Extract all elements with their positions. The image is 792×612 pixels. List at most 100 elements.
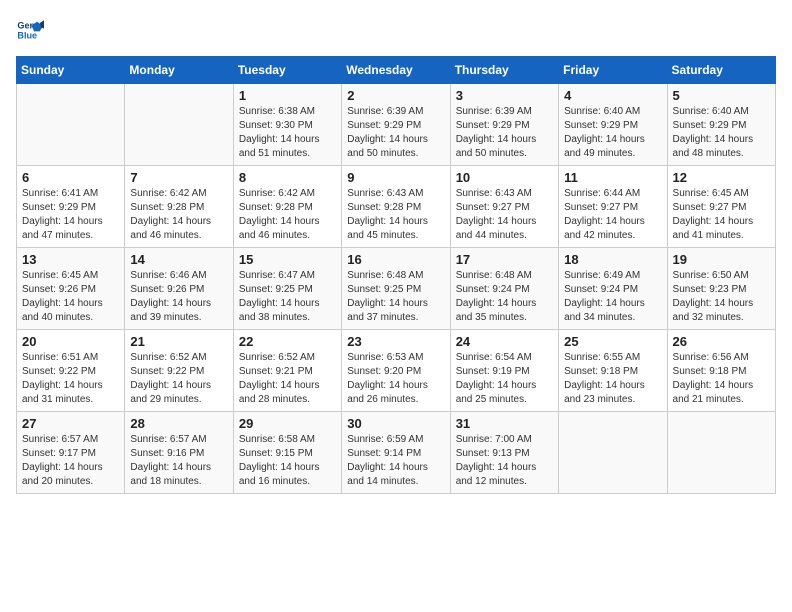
calendar-cell: 4 Sunrise: 6:40 AM Sunset: 9:29 PM Daylig… [559, 84, 667, 166]
day-of-week-header: Saturday [667, 57, 775, 84]
day-number: 7 [130, 170, 227, 185]
day-info: Sunrise: 6:38 AM Sunset: 9:30 PM Dayligh… [239, 105, 336, 161]
calendar-cell: 27 Sunrise: 6:57 AM Sunset: 9:17 PM Dayli… [17, 412, 125, 494]
day-number: 23 [347, 334, 444, 349]
day-info: Sunrise: 6:51 AM Sunset: 9:22 PM Dayligh… [22, 351, 119, 407]
logo-icon: General Blue [16, 16, 44, 44]
day-info: Sunrise: 6:48 AM Sunset: 9:24 PM Dayligh… [456, 269, 553, 325]
calendar-cell [559, 412, 667, 494]
day-number: 31 [456, 416, 553, 431]
day-info: Sunrise: 6:53 AM Sunset: 9:20 PM Dayligh… [347, 351, 444, 407]
calendar-cell: 21 Sunrise: 6:52 AM Sunset: 9:22 PM Dayli… [125, 330, 233, 412]
calendar-week-row: 27 Sunrise: 6:57 AM Sunset: 9:17 PM Dayli… [17, 412, 776, 494]
calendar-cell: 16 Sunrise: 6:48 AM Sunset: 9:25 PM Dayli… [342, 248, 450, 330]
day-number: 22 [239, 334, 336, 349]
day-info: Sunrise: 6:44 AM Sunset: 9:27 PM Dayligh… [564, 187, 661, 243]
day-number: 16 [347, 252, 444, 267]
day-of-week-header: Thursday [450, 57, 558, 84]
day-info: Sunrise: 6:57 AM Sunset: 9:17 PM Dayligh… [22, 433, 119, 489]
calendar-cell: 13 Sunrise: 6:45 AM Sunset: 9:26 PM Dayli… [17, 248, 125, 330]
calendar-week-row: 20 Sunrise: 6:51 AM Sunset: 9:22 PM Dayli… [17, 330, 776, 412]
day-info: Sunrise: 6:59 AM Sunset: 9:14 PM Dayligh… [347, 433, 444, 489]
day-info: Sunrise: 6:50 AM Sunset: 9:23 PM Dayligh… [673, 269, 770, 325]
day-number: 14 [130, 252, 227, 267]
day-info: Sunrise: 6:52 AM Sunset: 9:22 PM Dayligh… [130, 351, 227, 407]
calendar-cell: 26 Sunrise: 6:56 AM Sunset: 9:18 PM Dayli… [667, 330, 775, 412]
day-info: Sunrise: 6:58 AM Sunset: 9:15 PM Dayligh… [239, 433, 336, 489]
day-number: 29 [239, 416, 336, 431]
day-of-week-header: Friday [559, 57, 667, 84]
calendar-cell: 1 Sunrise: 6:38 AM Sunset: 9:30 PM Daylig… [233, 84, 341, 166]
day-info: Sunrise: 6:48 AM Sunset: 9:25 PM Dayligh… [347, 269, 444, 325]
calendar-cell: 28Sunrise: 6:57 AM Sunset: 9:16 PM Dayli… [125, 412, 233, 494]
day-number: 30 [347, 416, 444, 431]
day-info: Sunrise: 6:55 AM Sunset: 9:18 PM Dayligh… [564, 351, 661, 407]
day-info: Sunrise: 6:45 AM Sunset: 9:27 PM Dayligh… [673, 187, 770, 243]
day-info: Sunrise: 6:54 AM Sunset: 9:19 PM Dayligh… [456, 351, 553, 407]
calendar-cell: 3Sunrise: 6:39 AM Sunset: 9:29 PM Daylig… [450, 84, 558, 166]
day-of-week-header: Tuesday [233, 57, 341, 84]
day-info: Sunrise: 6:42 AM Sunset: 9:28 PM Dayligh… [130, 187, 227, 243]
calendar-cell [17, 84, 125, 166]
day-number: 9 [347, 170, 444, 185]
calendar-cell: 18 Sunrise: 6:49 AM Sunset: 9:24 PM Dayli… [559, 248, 667, 330]
day-number: 4 [564, 88, 661, 103]
calendar-cell: 15 Sunrise: 6:47 AM Sunset: 9:25 PM Dayli… [233, 248, 341, 330]
calendar-cell [125, 84, 233, 166]
calendar-body: 1 Sunrise: 6:38 AM Sunset: 9:30 PM Daylig… [17, 84, 776, 494]
calendar-cell: 10 Sunrise: 6:43 AM Sunset: 9:27 PM Dayli… [450, 166, 558, 248]
calendar-cell: 19 Sunrise: 6:50 AM Sunset: 9:23 PM Dayli… [667, 248, 775, 330]
calendar-cell: 6Sunrise: 6:41 AM Sunset: 9:29 PM Daylig… [17, 166, 125, 248]
day-number: 5 [673, 88, 770, 103]
page-header: General Blue [16, 16, 776, 44]
day-info: Sunrise: 6:39 AM Sunset: 9:29 PM Dayligh… [347, 105, 444, 161]
day-info: Sunrise: 6:47 AM Sunset: 9:25 PM Dayligh… [239, 269, 336, 325]
calendar-week-row: 13 Sunrise: 6:45 AM Sunset: 9:26 PM Dayli… [17, 248, 776, 330]
calendar-table: SundayMondayTuesdayWednesdayThursdayFrid… [16, 56, 776, 494]
day-number: 10 [456, 170, 553, 185]
day-number: 26 [673, 334, 770, 349]
calendar-cell: 25 Sunrise: 6:55 AM Sunset: 9:18 PM Dayli… [559, 330, 667, 412]
day-info: Sunrise: 6:52 AM Sunset: 9:21 PM Dayligh… [239, 351, 336, 407]
day-number: 21 [130, 334, 227, 349]
calendar-cell: 14Sunrise: 6:46 AM Sunset: 9:26 PM Dayli… [125, 248, 233, 330]
day-number: 25 [564, 334, 661, 349]
day-number: 17 [456, 252, 553, 267]
day-info: Sunrise: 6:41 AM Sunset: 9:29 PM Dayligh… [22, 187, 119, 243]
day-of-week-header: Wednesday [342, 57, 450, 84]
calendar-cell: 30 Sunrise: 6:59 AM Sunset: 9:14 PM Dayli… [342, 412, 450, 494]
day-info: Sunrise: 6:45 AM Sunset: 9:26 PM Dayligh… [22, 269, 119, 325]
day-number: 19 [673, 252, 770, 267]
calendar-cell: 8Sunrise: 6:42 AM Sunset: 9:28 PM Daylig… [233, 166, 341, 248]
calendar-cell: 24 Sunrise: 6:54 AM Sunset: 9:19 PM Dayli… [450, 330, 558, 412]
day-number: 8 [239, 170, 336, 185]
day-number: 11 [564, 170, 661, 185]
day-info: Sunrise: 6:49 AM Sunset: 9:24 PM Dayligh… [564, 269, 661, 325]
calendar-cell: 20 Sunrise: 6:51 AM Sunset: 9:22 PM Dayli… [17, 330, 125, 412]
day-of-week-header: Monday [125, 57, 233, 84]
day-number: 18 [564, 252, 661, 267]
day-info: Sunrise: 6:43 AM Sunset: 9:28 PM Dayligh… [347, 187, 444, 243]
calendar-cell: 23 Sunrise: 6:53 AM Sunset: 9:20 PM Dayli… [342, 330, 450, 412]
calendar-week-row: 6Sunrise: 6:41 AM Sunset: 9:29 PM Daylig… [17, 166, 776, 248]
day-number: 24 [456, 334, 553, 349]
day-info: Sunrise: 6:43 AM Sunset: 9:27 PM Dayligh… [456, 187, 553, 243]
calendar-cell: 29 Sunrise: 6:58 AM Sunset: 9:15 PM Dayli… [233, 412, 341, 494]
day-of-week-header: Sunday [17, 57, 125, 84]
calendar-cell: 7 Sunrise: 6:42 AM Sunset: 9:28 PM Daylig… [125, 166, 233, 248]
day-info: Sunrise: 7:00 AM Sunset: 9:13 PM Dayligh… [456, 433, 553, 489]
day-info: Sunrise: 6:40 AM Sunset: 9:29 PM Dayligh… [564, 105, 661, 161]
logo: General Blue [16, 16, 44, 44]
day-number: 20 [22, 334, 119, 349]
day-info: Sunrise: 6:56 AM Sunset: 9:18 PM Dayligh… [673, 351, 770, 407]
day-number: 13 [22, 252, 119, 267]
day-number: 27 [22, 416, 119, 431]
day-number: 1 [239, 88, 336, 103]
calendar-cell: 2Sunrise: 6:39 AM Sunset: 9:29 PM Daylig… [342, 84, 450, 166]
calendar-cell: 31 Sunrise: 7:00 AM Sunset: 9:13 PM Dayli… [450, 412, 558, 494]
calendar-header-row: SundayMondayTuesdayWednesdayThursdayFrid… [17, 57, 776, 84]
day-info: Sunrise: 6:57 AM Sunset: 9:16 PM Dayligh… [130, 433, 227, 489]
calendar-cell: 9 Sunrise: 6:43 AM Sunset: 9:28 PM Daylig… [342, 166, 450, 248]
day-number: 15 [239, 252, 336, 267]
day-number: 12 [673, 170, 770, 185]
